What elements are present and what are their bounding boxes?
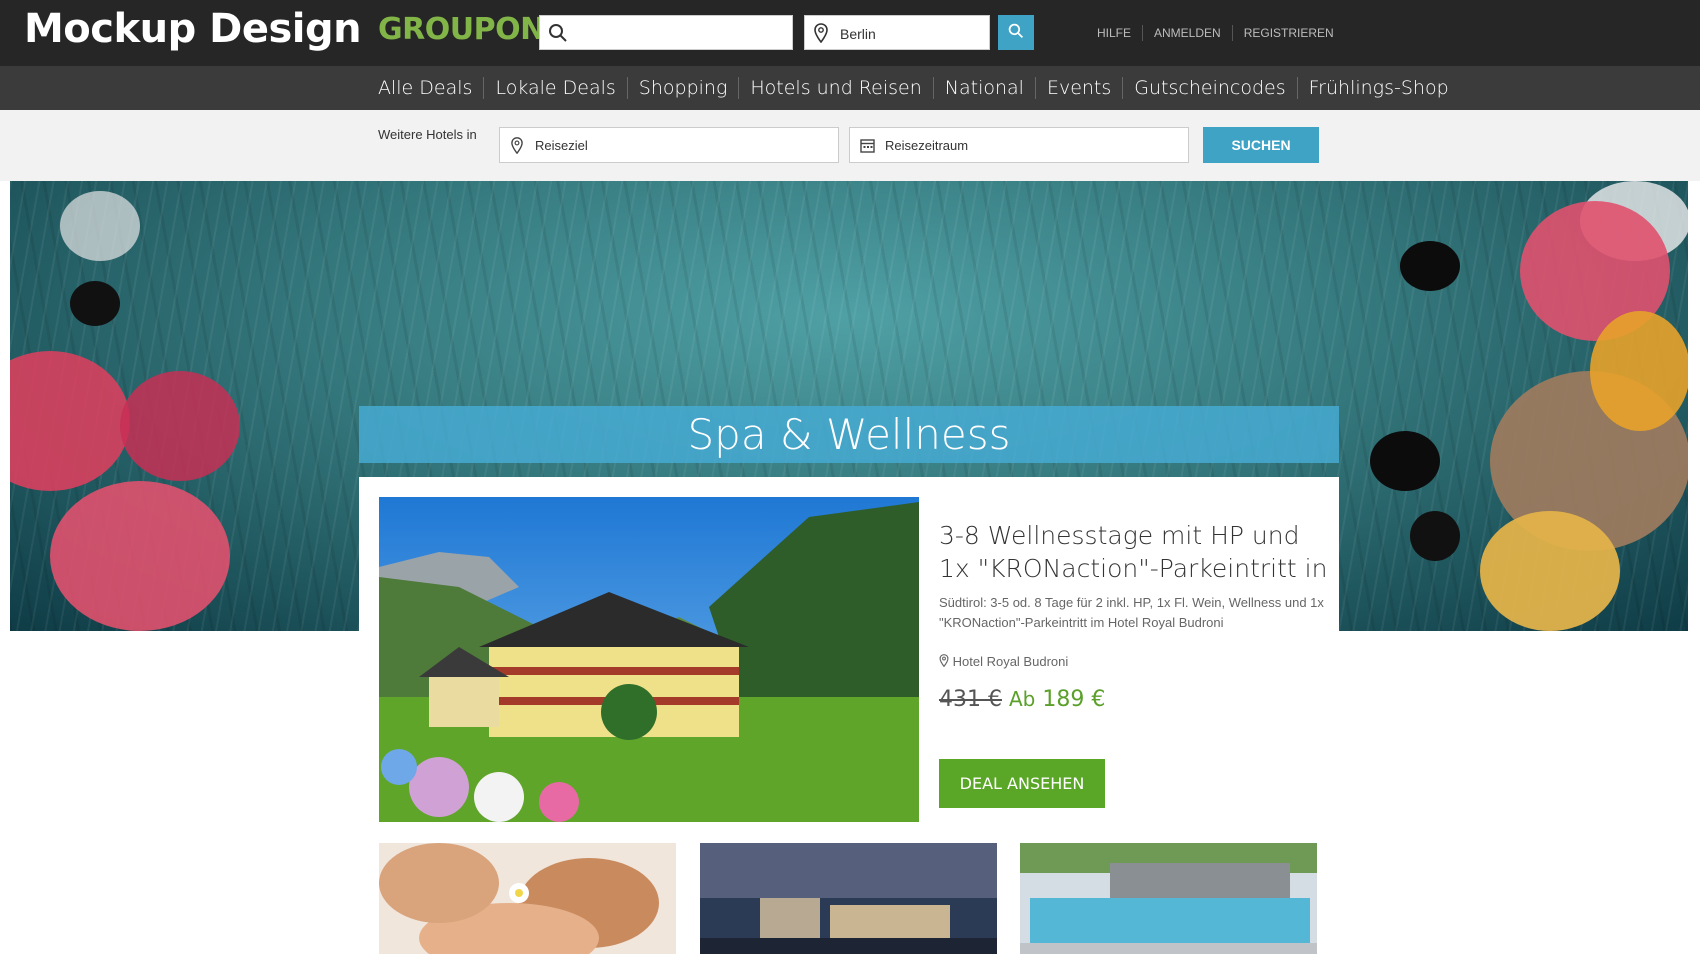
search-field[interactable]	[539, 15, 793, 51]
price-row: 431 € Ab 189 €	[939, 687, 1105, 712]
nav-item-gutscheincodes[interactable]: Gutscheincodes	[1122, 77, 1296, 99]
location-pin-icon	[511, 137, 523, 154]
nav-item-shopping[interactable]: Shopping	[626, 77, 739, 99]
location-pin-icon	[939, 654, 949, 668]
deal-location: Hotel Royal Budroni	[939, 654, 1068, 669]
top-bar: Mockup Design GROUPON HILFE ANMELDEN REG…	[0, 0, 1700, 66]
view-deal-button[interactable]: DEAL ANSEHEN	[939, 759, 1105, 808]
search-input[interactable]	[574, 16, 792, 51]
location-field[interactable]	[804, 15, 990, 51]
nav-item-national[interactable]: National	[932, 77, 1035, 99]
search-button[interactable]	[998, 15, 1034, 50]
date-field[interactable]: Reisezeitraum	[849, 127, 1189, 163]
search-icon	[1008, 23, 1024, 39]
nav-item-hotels-und-reisen[interactable]: Hotels und Reisen	[738, 77, 932, 99]
nav-item-alle-deals[interactable]: Alle Deals	[378, 77, 483, 99]
groupon-logo[interactable]: GROUPON	[378, 12, 545, 47]
deal-photo[interactable]	[379, 497, 919, 822]
price-prefix: Ab	[1008, 687, 1036, 711]
date-placeholder: Reisezeitraum	[885, 138, 969, 153]
deal-location-text: Hotel Royal Budroni	[952, 654, 1069, 669]
category-nav: Alle Deals Lokale Deals Shopping Hotels …	[0, 66, 1700, 110]
location-input[interactable]	[838, 16, 990, 51]
brand-overlay-text: Mockup Design	[24, 6, 362, 52]
login-link[interactable]: ANMELDEN	[1142, 25, 1232, 41]
massage-photo[interactable]	[379, 843, 676, 954]
calendar-icon	[860, 139, 875, 153]
account-links: HILFE ANMELDEN REGISTRIEREN	[1097, 25, 1345, 41]
section-title: Spa & Wellness	[687, 410, 1011, 459]
hotel-search-label: Weitere Hotels in	[378, 127, 477, 142]
nav-item-fruehlings-shop[interactable]: Frühlings-Shop	[1296, 77, 1460, 99]
featured-deal-card[interactable]: 3-8 Wellnesstage mit HP und 1x "KRONacti…	[359, 477, 1339, 832]
help-link[interactable]: HILFE	[1097, 25, 1142, 41]
register-link[interactable]: REGISTRIEREN	[1231, 25, 1345, 41]
nav-item-lokale-deals[interactable]: Lokale Deals	[483, 77, 626, 99]
deal-title[interactable]: 3-8 Wellnesstage mit HP und 1x "KRONacti…	[939, 519, 1329, 585]
suchen-button[interactable]: SUCHEN	[1203, 127, 1319, 163]
deal-price: 189 €	[1042, 687, 1106, 712]
hotel-search-bar: Weitere Hotels in Reiseziel Reisezeitrau…	[0, 110, 1700, 181]
deal-description: Südtirol: 3-5 od. 8 Tage für 2 inkl. HP,…	[939, 595, 1324, 630]
destination-field[interactable]: Reiseziel	[499, 127, 839, 163]
location-pin-icon	[814, 23, 828, 43]
thermal-pool-photo[interactable]	[1020, 843, 1317, 954]
destination-placeholder: Reiseziel	[535, 138, 588, 153]
section-banner: Spa & Wellness	[359, 406, 1339, 463]
nav-item-events[interactable]: Events	[1034, 77, 1122, 99]
lakeside-hotel-photo[interactable]	[700, 843, 997, 954]
search-icon	[549, 24, 567, 42]
old-price: 431 €	[939, 687, 1002, 712]
